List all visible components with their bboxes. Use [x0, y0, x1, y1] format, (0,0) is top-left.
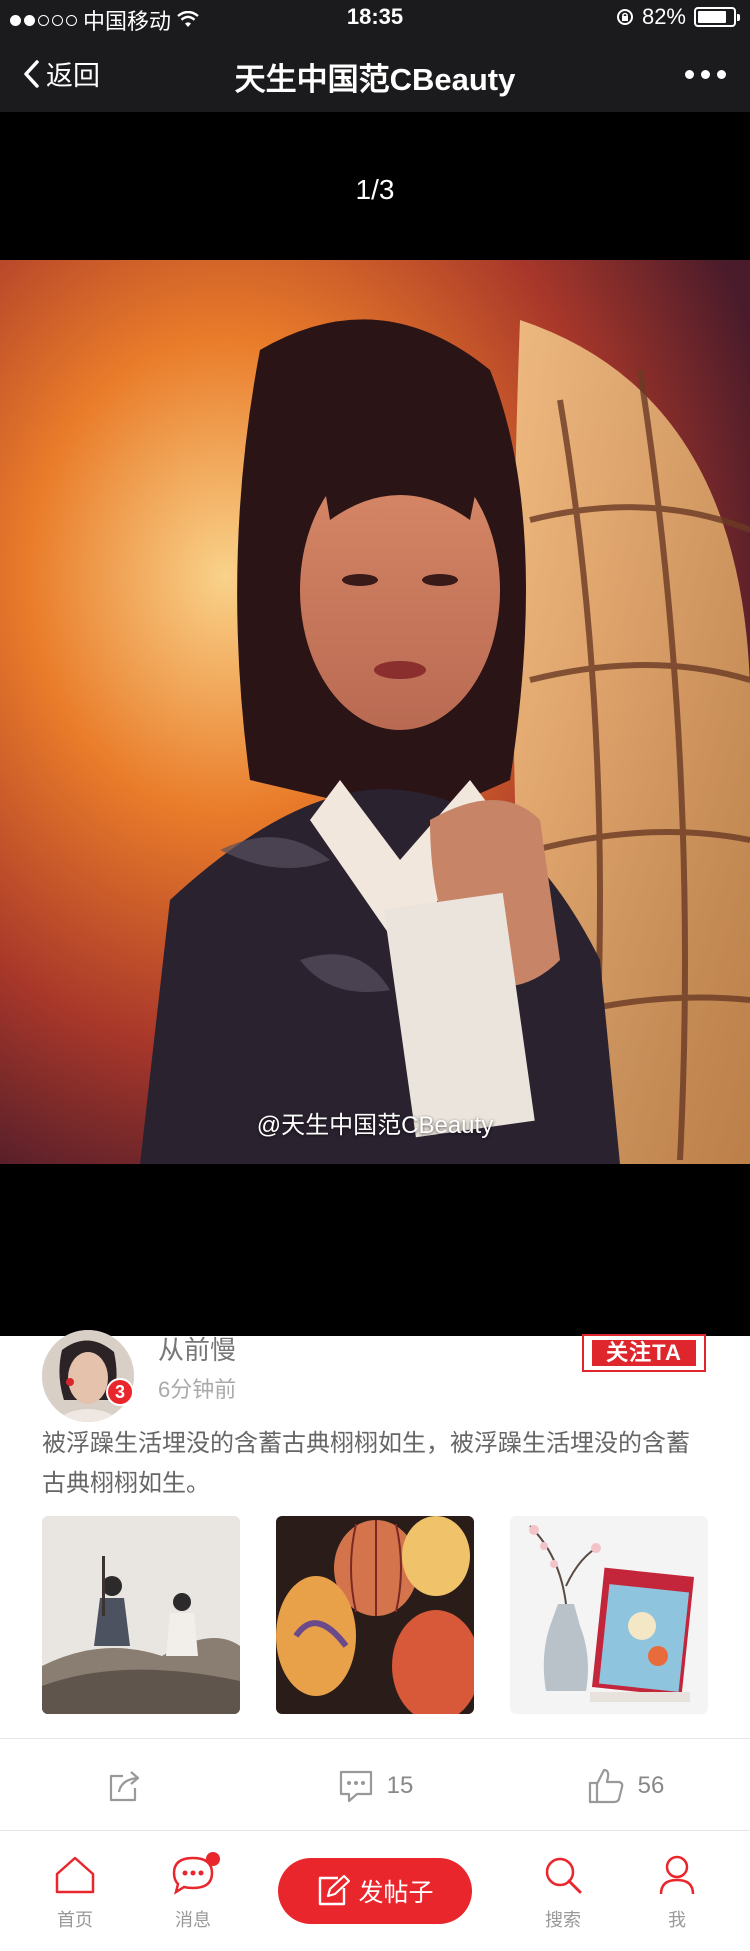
author-name[interactable]: 从前慢: [158, 1330, 236, 1367]
battery-percent: 82%: [641, 4, 686, 29]
home-icon: [55, 1856, 95, 1894]
thumbnail-image[interactable]: [42, 1516, 240, 1714]
comment-count: 15: [386, 1772, 414, 1799]
navigation-bar: 返回 天生中国范CBeauty: [0, 40, 750, 112]
post-actions: 15 56: [0, 1756, 750, 1816]
tab-label: 搜索: [545, 1910, 581, 1930]
search-icon: [545, 1857, 582, 1894]
page-title: 天生中国范CBeauty: [234, 62, 516, 97]
comment-icon: [339, 1770, 372, 1803]
user-icon: [659, 1855, 695, 1895]
tab-me[interactable]: 我: [632, 1850, 722, 1932]
tab-messages[interactable]: 消息: [148, 1850, 238, 1932]
battery-icon: [694, 7, 740, 27]
tab-home[interactable]: 首页: [30, 1850, 120, 1932]
tab-label: 我: [668, 1910, 686, 1930]
image-counter: 1/3: [355, 174, 395, 205]
tab-label: 首页: [57, 1910, 93, 1930]
status-right: 82%: [616, 4, 740, 30]
battery-level: [698, 11, 726, 23]
post-photo[interactable]: @天生中国范CBeauty: [0, 260, 750, 1164]
create-post-label: 发帖子: [358, 1879, 434, 1907]
tab-search[interactable]: 搜索: [518, 1850, 608, 1932]
follow-button[interactable]: 关注TA: [582, 1334, 706, 1372]
thumbnail-row: [42, 1516, 708, 1714]
thumbnail-image[interactable]: [510, 1516, 708, 1714]
comment-button[interactable]: 15: [250, 1756, 500, 1816]
unread-dot: [206, 1852, 220, 1866]
thumbs-up-icon: [588, 1768, 623, 1804]
post-time: 6分钟前: [158, 1377, 237, 1402]
more-dot-icon: [701, 70, 710, 79]
avatar[interactable]: [42, 1330, 134, 1422]
more-dot-icon: [717, 70, 726, 79]
like-button[interactable]: 56: [500, 1756, 750, 1816]
create-post-button[interactable]: 发帖子: [278, 1858, 472, 1924]
rotation-lock-icon: [616, 9, 633, 25]
divider: [0, 1738, 750, 1739]
follow-label: 关注TA: [606, 1340, 682, 1365]
post-body-text: 被浮躁生活埋没的含蓄古典栩栩如生，被浮躁生活埋没的含蓄古典栩栩如生。: [42, 1430, 690, 1497]
share-button[interactable]: [0, 1756, 250, 1816]
photo-watermark: @天生中国范CBeauty: [256, 1112, 494, 1139]
image-viewer[interactable]: 1/3 @天生中国范CBeauty: [0, 112, 750, 1336]
avatar-badge: 3: [106, 1378, 134, 1406]
share-icon: [109, 1771, 140, 1802]
like-count: 56: [637, 1772, 665, 1799]
tab-label: 消息: [175, 1910, 211, 1930]
divider: [0, 1830, 750, 1831]
edit-icon: [319, 1874, 351, 1906]
more-dot-icon: [685, 70, 694, 79]
post-card: 3 从前慢 6分钟前 关注TA 被浮躁生活埋没的含蓄古典栩栩如生，被浮躁生活埋没…: [0, 1330, 750, 1832]
more-button[interactable]: [685, 70, 726, 79]
status-bar: 中国移动 18:35 82%: [0, 0, 750, 40]
thumbnail-image[interactable]: [276, 1516, 474, 1714]
bottom-tab-bar: 首页 消息 发帖子 搜索 我: [0, 1832, 750, 1951]
